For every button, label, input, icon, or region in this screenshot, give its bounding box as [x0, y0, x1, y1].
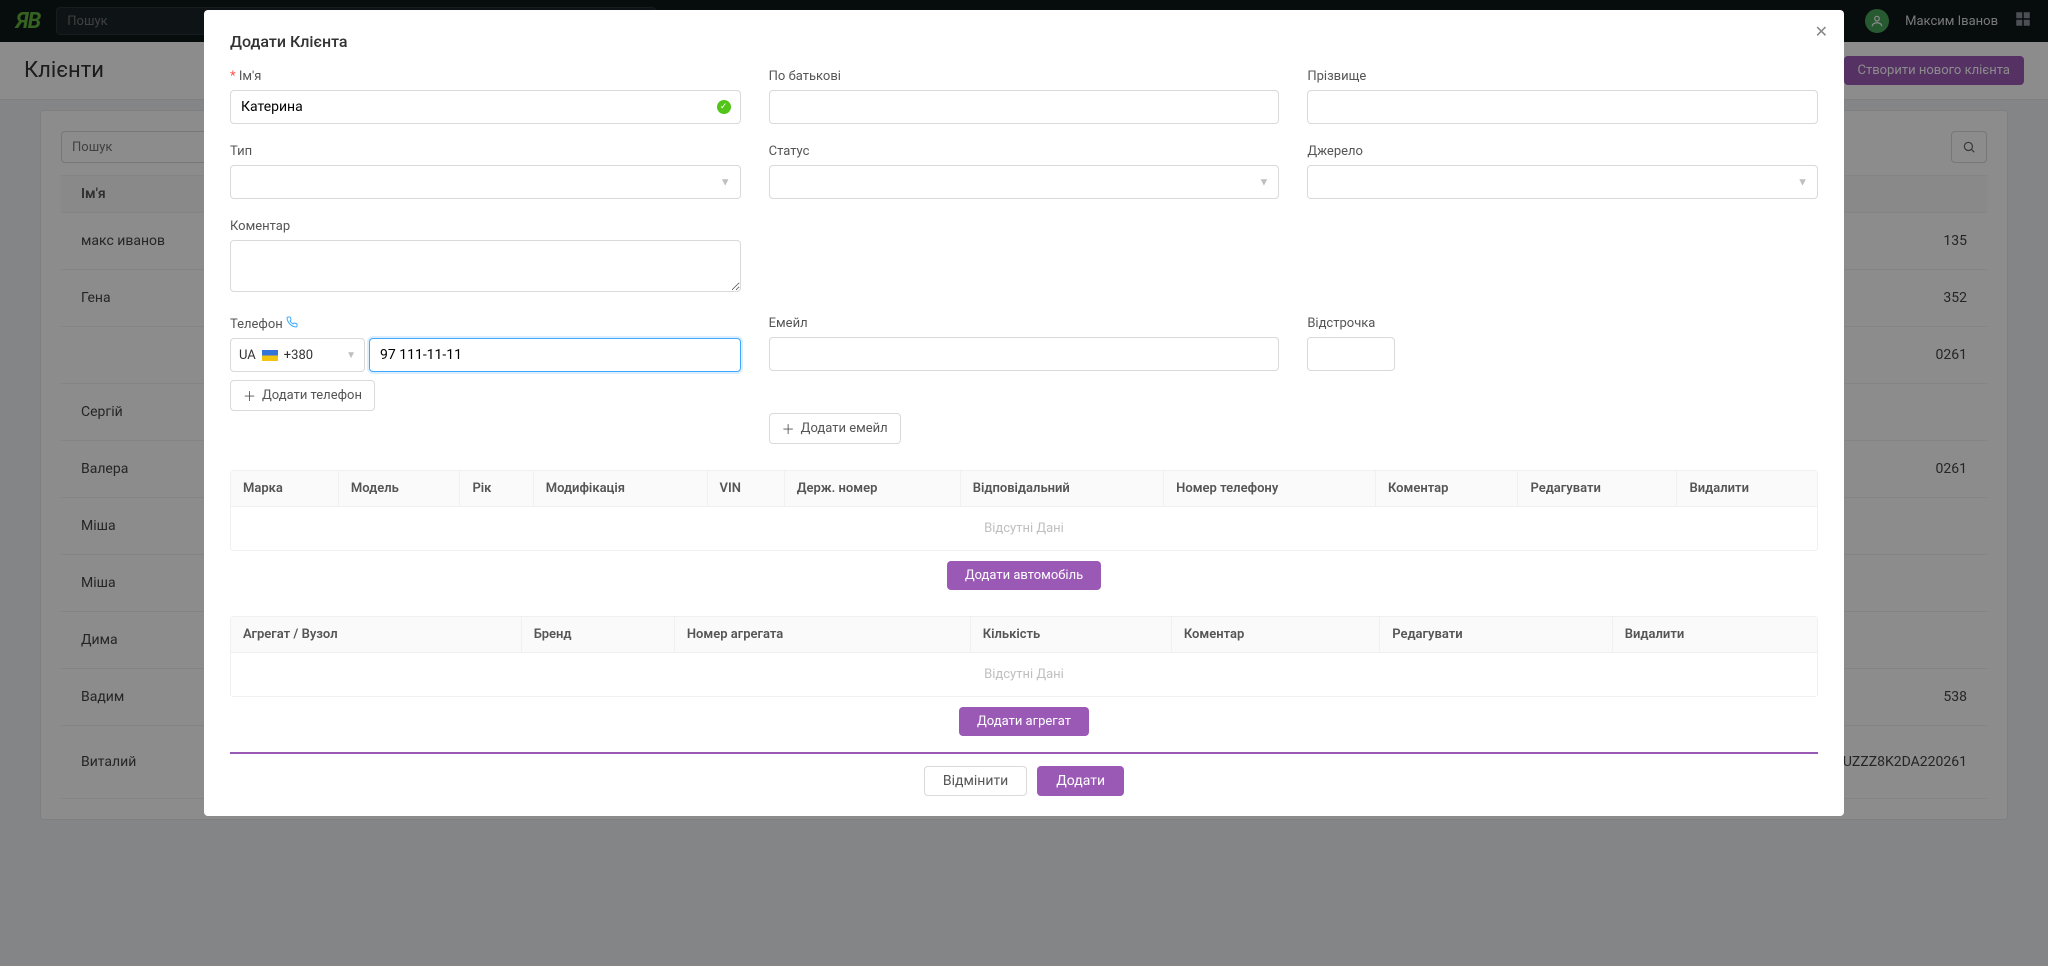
- input-first-name[interactable]: [230, 90, 741, 124]
- unit-table: Агрегат / ВузолБрендНомер агрегатаКількі…: [230, 616, 1818, 697]
- label-phone: Телефон: [230, 316, 741, 332]
- car-table: МаркаМодельРікМодифікаціяVINДерж. номерВ…: [230, 470, 1818, 551]
- th: Кількість: [970, 617, 1171, 653]
- flag-ua-icon: [262, 350, 278, 361]
- label-first-name: Ім'я: [230, 69, 741, 84]
- label-status: Статус: [769, 144, 1280, 159]
- field-middle-name: По батькові: [769, 69, 1280, 124]
- select-status[interactable]: [769, 165, 1280, 199]
- modal-footer: Відмінити Додати: [230, 766, 1818, 796]
- th: Редагувати: [1518, 471, 1677, 507]
- textarea-comment[interactable]: [230, 240, 741, 292]
- th: Бренд: [521, 617, 674, 653]
- th: Коментар: [1171, 617, 1379, 653]
- input-delay[interactable]: [1307, 337, 1395, 371]
- select-type[interactable]: [230, 165, 741, 199]
- add-car-button[interactable]: Додати автомобіль: [947, 561, 1101, 590]
- th: Видалити: [1612, 617, 1817, 653]
- add-email-button[interactable]: ＋ Додати емейл: [769, 413, 901, 444]
- th: Видалити: [1677, 471, 1817, 507]
- th: Номер телефону: [1164, 471, 1376, 507]
- th: Модель: [338, 471, 460, 507]
- field-type: Тип ▼: [230, 144, 741, 199]
- field-status: Статус ▼: [769, 144, 1280, 199]
- no-data-label: Відсутні Дані: [231, 507, 1817, 551]
- submit-button[interactable]: Додати: [1037, 766, 1124, 796]
- modal-mask: ✕ Додати Клієнта Ім'я ✓ По батькові Пріз…: [0, 0, 2048, 966]
- th: Номер агрегата: [674, 617, 970, 653]
- select-source[interactable]: [1307, 165, 1818, 199]
- check-icon: ✓: [717, 100, 731, 114]
- add-unit-button[interactable]: Додати агрегат: [959, 707, 1089, 736]
- cancel-button[interactable]: Відмінити: [924, 766, 1027, 796]
- plus-icon: ＋: [782, 419, 795, 438]
- field-first-name: Ім'я ✓: [230, 69, 741, 124]
- modal-title: Додати Клієнта: [230, 32, 1818, 51]
- th: Відповідальний: [960, 471, 1163, 507]
- phone-country-select[interactable]: UA +380 ▼: [230, 338, 365, 372]
- plus-icon: ＋: [243, 386, 256, 405]
- close-icon[interactable]: ✕: [1815, 22, 1828, 41]
- th: Держ. номер: [784, 471, 960, 507]
- input-email[interactable]: [769, 337, 1280, 371]
- input-last-name[interactable]: [1307, 90, 1818, 124]
- chevron-down-icon: ▼: [346, 350, 356, 361]
- th: Агрегат / Вузол: [231, 617, 521, 653]
- label-comment: Коментар: [230, 219, 741, 234]
- th: Марка: [231, 471, 338, 507]
- field-source: Джерело ▼: [1307, 144, 1818, 199]
- label-email: Емейл: [769, 316, 1280, 331]
- label-source: Джерело: [1307, 144, 1818, 159]
- th: Модифікація: [533, 471, 707, 507]
- label-middle-name: По батькові: [769, 69, 1280, 84]
- field-last-name: Прізвище: [1307, 69, 1818, 124]
- field-comment: Коментар: [230, 219, 741, 296]
- add-client-modal: ✕ Додати Клієнта Ім'я ✓ По батькові Пріз…: [204, 10, 1844, 816]
- field-email: Емейл ＋ Додати емейл: [769, 316, 1280, 444]
- input-middle-name[interactable]: [769, 90, 1280, 124]
- add-phone-button[interactable]: ＋ Додати телефон: [230, 380, 375, 411]
- field-phone: Телефон UA +380 ▼ ＋ Додати: [230, 316, 741, 444]
- input-phone-number[interactable]: [369, 338, 741, 372]
- label-last-name: Прізвище: [1307, 69, 1818, 84]
- label-delay: Відстрочка: [1307, 316, 1818, 331]
- no-data-label: Відсутні Дані: [231, 653, 1817, 697]
- field-delay: Відстрочка: [1307, 316, 1818, 444]
- phone-icon: [286, 317, 298, 332]
- progress-bar: [230, 752, 1818, 754]
- th: Рік: [460, 471, 533, 507]
- th: Редагувати: [1380, 617, 1613, 653]
- th: Коментар: [1375, 471, 1517, 507]
- th: VIN: [707, 471, 784, 507]
- label-type: Тип: [230, 144, 741, 159]
